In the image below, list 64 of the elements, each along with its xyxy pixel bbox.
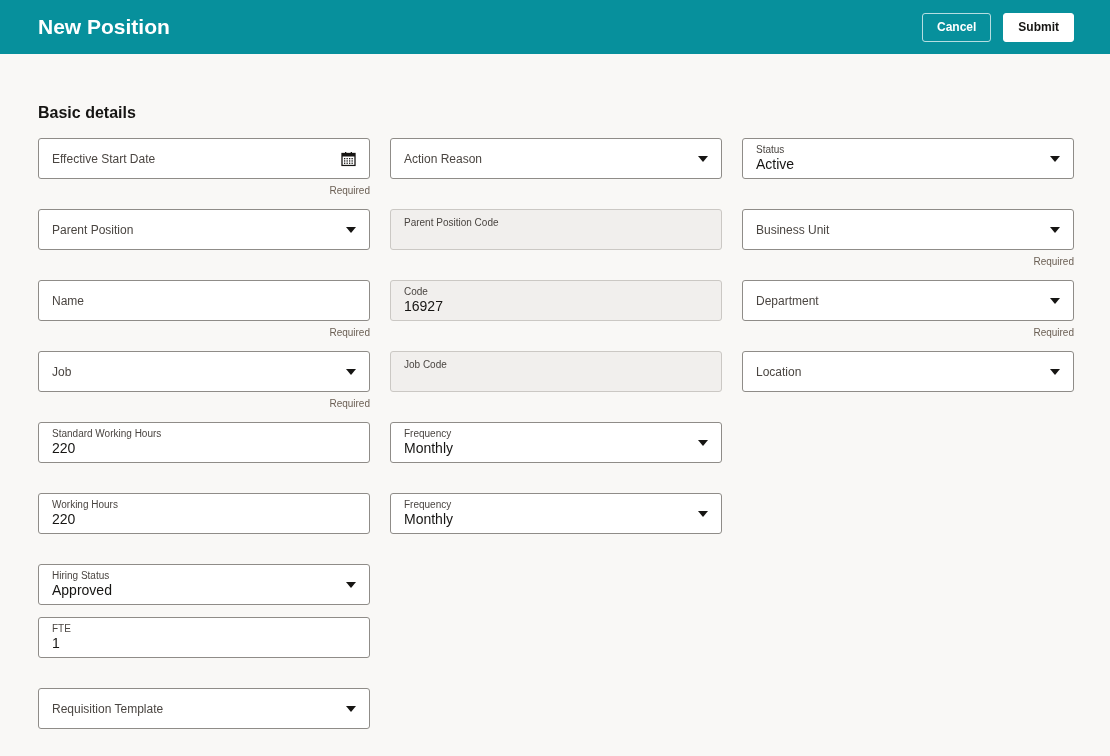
- required-note: Required: [329, 327, 370, 338]
- field-label: Status: [756, 144, 786, 156]
- field-label: Job: [52, 364, 73, 379]
- select-field[interactable]: Frequency Monthly: [390, 422, 722, 463]
- select-field[interactable]: Parent Position: [38, 209, 370, 250]
- input-field[interactable]: Standard Working Hours 220: [38, 422, 370, 463]
- field-label: Code: [404, 286, 429, 298]
- select-field[interactable]: Action Reason: [390, 138, 722, 179]
- field-value: Active: [756, 156, 796, 173]
- dropdown-caret-icon[interactable]: [1050, 368, 1060, 375]
- field-value: Approved: [52, 582, 113, 599]
- field-label: Parent Position Code: [404, 217, 500, 229]
- section-title: Basic details: [38, 104, 137, 122]
- cancel-button[interactable]: Cancel: [921, 12, 992, 42]
- field-value: 1: [52, 635, 61, 652]
- field-value: Monthly: [404, 440, 455, 457]
- field-label: Requisition Template: [52, 701, 165, 716]
- required-note: Required: [1033, 256, 1074, 267]
- dropdown-caret-icon[interactable]: [346, 705, 356, 712]
- dropdown-caret-icon[interactable]: [1050, 297, 1060, 304]
- field-label: FTE: [52, 623, 72, 635]
- select-field[interactable]: Department: [742, 280, 1074, 321]
- input-field[interactable]: Working Hours 220: [38, 493, 370, 534]
- page-title: New Position: [38, 15, 170, 39]
- input-field[interactable]: Name: [38, 280, 370, 321]
- field-label: Frequency: [404, 428, 453, 440]
- field-value: 16927: [404, 298, 444, 315]
- field-label: Standard Working Hours: [52, 428, 163, 440]
- field-label: Job Code: [404, 359, 448, 371]
- field-label: Hiring Status: [52, 570, 111, 582]
- field-value: 220: [52, 511, 77, 528]
- select-field[interactable]: Requisition Template: [38, 688, 370, 729]
- calendar-icon[interactable]: [341, 151, 356, 166]
- field-label: Parent Position: [52, 222, 135, 237]
- field-label: Action Reason: [404, 151, 484, 166]
- dropdown-caret-icon[interactable]: [346, 581, 356, 588]
- select-field[interactable]: Location: [742, 351, 1074, 392]
- field-label: Name: [52, 293, 85, 308]
- submit-button[interactable]: Submit: [1003, 12, 1074, 42]
- field-label: Business Unit: [756, 222, 831, 237]
- dropdown-caret-icon[interactable]: [1050, 226, 1060, 233]
- field-value: Monthly: [404, 511, 455, 528]
- date-field[interactable]: Effective Start Date: [38, 138, 370, 179]
- required-note: Required: [329, 185, 370, 196]
- select-field[interactable]: Business Unit: [742, 209, 1074, 250]
- field-value: 220: [52, 440, 77, 457]
- dropdown-caret-icon[interactable]: [346, 226, 356, 233]
- required-note: Required: [1033, 327, 1074, 338]
- select-field[interactable]: Job: [38, 351, 370, 392]
- field-label: Effective Start Date: [52, 151, 157, 166]
- select-field[interactable]: Frequency Monthly: [390, 493, 722, 534]
- field-label: Working Hours: [52, 499, 119, 511]
- required-note: Required: [329, 398, 370, 409]
- select-field[interactable]: Status Active: [742, 138, 1074, 179]
- field-label: Department: [756, 293, 820, 308]
- field-label: Location: [756, 364, 803, 379]
- select-field[interactable]: Hiring Status Approved: [38, 564, 370, 605]
- field-label: Frequency: [404, 499, 453, 511]
- dropdown-caret-icon[interactable]: [698, 439, 708, 446]
- dropdown-caret-icon[interactable]: [1050, 155, 1060, 162]
- dropdown-caret-icon[interactable]: [346, 368, 356, 375]
- input-field[interactable]: FTE 1: [38, 617, 370, 658]
- dropdown-caret-icon[interactable]: [698, 510, 708, 517]
- dropdown-caret-icon[interactable]: [698, 155, 708, 162]
